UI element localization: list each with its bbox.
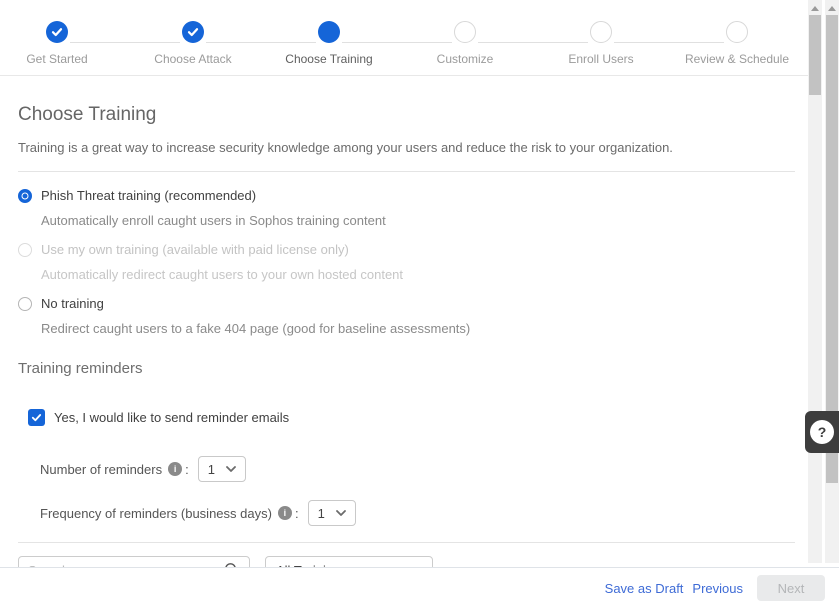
step-review-schedule: Review & Schedule [669, 16, 805, 66]
divider [18, 542, 795, 543]
radio-own-training: Use my own training (available with paid… [18, 242, 790, 257]
main-content: Choose Training Training is a great way … [0, 76, 808, 584]
chevron-down-icon [336, 510, 346, 516]
step-get-started[interactable]: Get Started [0, 16, 125, 66]
option-label: Use my own training (available with paid… [41, 242, 349, 257]
help-button[interactable]: ? [805, 411, 839, 453]
page-title: Choose Training [18, 104, 790, 126]
checkbox-label: Yes, I would like to send reminder email… [54, 410, 289, 425]
frequency-of-reminders-select[interactable]: 1 [308, 500, 356, 526]
step-label: Customize [397, 52, 533, 66]
option-no-training: No training Redirect caught users to a f… [18, 296, 790, 336]
step-choose-attack[interactable]: Choose Attack [125, 16, 261, 66]
option-description: Automatically enroll caught users in Sop… [41, 213, 790, 228]
option-label: Phish Threat training (recommended) [41, 188, 256, 203]
wizard-stepper: Get Started Choose Attack Choose Trainin… [0, 0, 822, 76]
number-of-reminders-label: Number of reminders [40, 462, 162, 477]
training-options-group: Phish Threat training (recommended) Auto… [0, 172, 808, 336]
step-label: Choose Training [261, 52, 397, 66]
colon: : [295, 506, 299, 521]
select-value: 1 [318, 506, 325, 521]
radio-unselected-icon[interactable] [18, 297, 32, 311]
step-label: Review & Schedule [669, 52, 805, 66]
step-complete-circle [182, 21, 204, 43]
question-mark-icon: ? [810, 420, 834, 444]
option-label: No training [41, 296, 104, 311]
radio-selected-icon[interactable] [18, 189, 32, 203]
chevron-down-icon [226, 466, 236, 472]
radio-disabled-icon [18, 243, 32, 257]
step-enroll-users: Enroll Users [533, 16, 669, 66]
wizard-footer: Save as Draft Previous Next [0, 567, 839, 608]
step-complete-circle [46, 21, 68, 43]
select-value: 1 [208, 462, 215, 477]
option-description: Automatically redirect caught users to y… [41, 267, 790, 282]
window-scrollbar[interactable] [825, 0, 839, 563]
option-phish-threat-training: Phish Threat training (recommended) Auto… [18, 188, 790, 228]
step-choose-training[interactable]: Choose Training [261, 16, 397, 66]
info-icon[interactable]: i [278, 506, 292, 520]
previous-link[interactable]: Previous [692, 581, 743, 596]
scrollbar-thumb[interactable] [809, 15, 821, 95]
next-button[interactable]: Next [757, 575, 825, 601]
frequency-of-reminders-row: Frequency of reminders (business days) i… [40, 500, 808, 526]
option-description: Redirect caught users to a fake 404 page… [41, 321, 790, 336]
step-label: Enroll Users [533, 52, 669, 66]
number-of-reminders-row: Number of reminders i : 1 [40, 456, 808, 482]
reminder-emails-checkbox-row[interactable]: Yes, I would like to send reminder email… [28, 409, 808, 426]
scroll-up-arrow-icon[interactable] [828, 6, 836, 11]
frequency-of-reminders-label: Frequency of reminders (business days) [40, 506, 272, 521]
option-own-training: Use my own training (available with paid… [18, 242, 790, 282]
radio-phish-threat-training[interactable]: Phish Threat training (recommended) [18, 188, 790, 203]
step-customize: Customize [397, 16, 533, 66]
colon: : [185, 462, 189, 477]
radio-no-training[interactable]: No training [18, 296, 790, 311]
step-label: Choose Attack [125, 52, 261, 66]
info-icon[interactable]: i [168, 462, 182, 476]
check-icon [187, 26, 199, 38]
check-icon [51, 26, 63, 38]
checkbox-checked-icon[interactable] [28, 409, 45, 426]
step-upcoming-circle [454, 21, 476, 43]
page-description: Training is a great way to increase secu… [18, 140, 790, 155]
training-reminders-heading: Training reminders [0, 350, 808, 377]
scroll-up-arrow-icon[interactable] [811, 6, 819, 11]
step-label: Get Started [0, 52, 125, 66]
content-scrollbar[interactable] [808, 0, 822, 563]
step-active-circle [318, 21, 340, 43]
save-as-draft-link[interactable]: Save as Draft [605, 581, 684, 596]
number-of-reminders-select[interactable]: 1 [198, 456, 246, 482]
step-upcoming-circle [590, 21, 612, 43]
step-upcoming-circle [726, 21, 748, 43]
check-icon [31, 412, 42, 423]
